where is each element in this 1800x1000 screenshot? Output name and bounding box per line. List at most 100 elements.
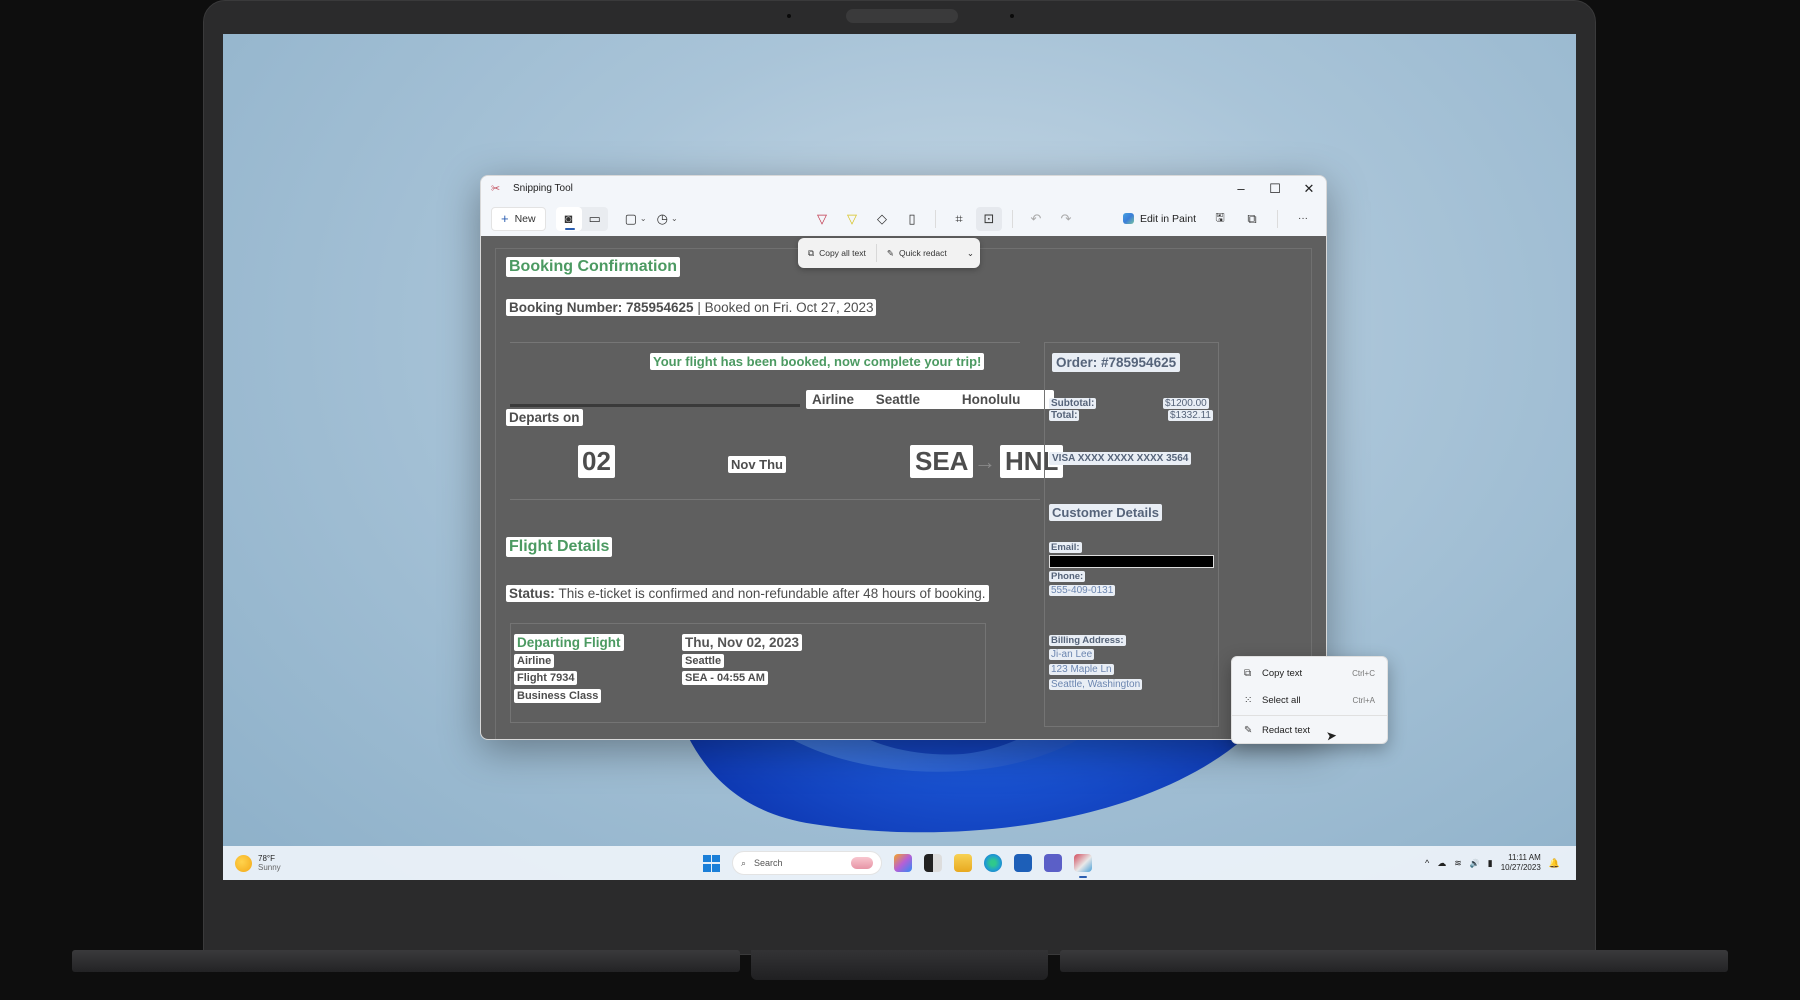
billing-address-label[interactable]: Billing Address:	[1049, 635, 1126, 646]
laptop-hinge	[751, 950, 1048, 980]
notification-bell-icon[interactable]: 🔔	[1549, 858, 1560, 869]
clock[interactable]: 11:11 AM 10/27/2023	[1501, 853, 1541, 873]
camera-icon[interactable]: ◙	[555, 206, 582, 231]
redact-icon: ✎	[886, 247, 894, 258]
rectangle-icon: ▢	[624, 210, 637, 226]
menu-item-label: Select all	[1262, 695, 1301, 706]
phone-label[interactable]: Phone:	[1049, 571, 1086, 582]
eraser-icon[interactable]: ◇	[869, 207, 895, 231]
departing-city[interactable]: Seattle	[682, 654, 725, 668]
show-hidden-icons-chevron[interactable]: ^	[1425, 858, 1429, 868]
save-icon[interactable]: 🖫	[1207, 207, 1233, 231]
highlighter-icon[interactable]: ▽	[839, 207, 865, 231]
weather-desc: Sunny	[258, 863, 281, 872]
task-view-icon[interactable]	[924, 854, 942, 872]
wifi-icon[interactable]: ≋	[1454, 858, 1462, 869]
snipping-tool-taskbar-icon[interactable]	[1074, 854, 1092, 878]
copy-icon[interactable]: ⧉	[1239, 207, 1265, 231]
shortcut-label: Ctrl+A	[1352, 696, 1375, 705]
new-button[interactable]: + New	[491, 206, 546, 231]
quick-redact-button[interactable]: ✎ Quick redact	[877, 238, 957, 268]
booking-number: Booking Number: 785954625	[509, 300, 694, 315]
maximize-button[interactable]: ☐	[1258, 181, 1292, 197]
ballpoint-pen-icon[interactable]: ▽	[809, 207, 835, 231]
origin-city: Seattle	[875, 392, 921, 407]
order-number[interactable]: Order: #785954625	[1052, 353, 1181, 372]
more-options-icon[interactable]: ···	[1290, 207, 1316, 231]
departing-airline[interactable]: Airline	[514, 654, 555, 668]
status-label: Status:	[509, 586, 555, 601]
chevron-down-icon: ⌄	[670, 214, 678, 223]
windows-logo-tile	[703, 854, 711, 863]
menu-item-select-all[interactable]: ⁙ Select all Ctrl+A	[1236, 687, 1383, 714]
sun-icon	[235, 854, 252, 872]
status-text: This e-ticket is confirmed and non-refun…	[558, 586, 986, 601]
email-label[interactable]: Email:	[1049, 542, 1082, 553]
phone-number[interactable]: 555-409-0131	[1049, 585, 1116, 596]
taskbar-search[interactable]: ⌕ Search	[732, 851, 882, 875]
video-icon[interactable]: ▭	[582, 207, 608, 231]
volume-icon[interactable]: 🔊	[1470, 859, 1480, 868]
divider	[1012, 209, 1013, 228]
copy-all-text-button[interactable]: ⧉ Copy all text	[798, 238, 876, 268]
departing-date[interactable]: Thu, Nov 02, 2023	[682, 634, 803, 651]
subtotal-label[interactable]: Subtotal:	[1049, 398, 1097, 409]
cabin-class[interactable]: Business Class	[514, 689, 602, 703]
route-header[interactable]: Airline Seattle Honolulu	[806, 390, 1054, 409]
billing-name[interactable]: Ji-an Lee	[1049, 649, 1095, 660]
origin-code[interactable]: SEA	[910, 445, 974, 478]
customer-details-heading[interactable]: Customer Details	[1049, 504, 1162, 521]
flight-details-heading[interactable]: Flight Details	[506, 537, 613, 557]
edit-in-paint-button[interactable]: Edit in Paint	[1118, 207, 1201, 231]
paint-icon	[1122, 213, 1134, 224]
menu-item-label: Copy text	[1262, 668, 1303, 679]
departure-month-weekday[interactable]: Nov Thu	[728, 456, 786, 473]
departing-flight-title[interactable]: Departing Flight	[514, 634, 624, 651]
windows-logo-tile	[712, 854, 720, 863]
redacted-email[interactable]	[1049, 555, 1214, 568]
quick-redact-dropdown[interactable]: ⌄	[963, 238, 980, 268]
crop-icon[interactable]: ⌗	[946, 207, 972, 231]
menu-item-copy-text[interactable]: ⧉ Copy text Ctrl+C	[1236, 660, 1383, 687]
edge-icon[interactable]	[984, 854, 1002, 872]
undo-icon[interactable]: ↶	[1023, 207, 1049, 231]
departs-on-label[interactable]: Departs on	[506, 409, 583, 426]
chevron-down-icon: ⌄	[639, 214, 647, 223]
card-number[interactable]: VISA XXXX XXXX XXXX 3564	[1049, 452, 1192, 465]
onedrive-cloud-icon[interactable]: ☁	[1437, 858, 1446, 869]
billing-street[interactable]: 123 Maple Ln	[1049, 664, 1114, 675]
minimize-button[interactable]: –	[1224, 181, 1258, 197]
total-value[interactable]: $1332.11	[1168, 410, 1213, 421]
battery-icon[interactable]: ▮	[1488, 858, 1493, 869]
copilot-icon[interactable]	[894, 854, 912, 872]
teams-icon[interactable]	[1044, 854, 1062, 872]
snip-shape-dropdown[interactable]: ▢ ⌄	[620, 207, 652, 231]
booking-number-line[interactable]: Booking Number: 785954625 | Booked on Fr…	[506, 299, 877, 316]
departure-day[interactable]: 02	[578, 445, 615, 478]
booked-on: Booked on Fri. Oct 27, 2023	[704, 300, 874, 315]
booked-banner[interactable]: Your flight has been booked, now complet…	[650, 353, 985, 370]
new-label: New	[514, 212, 536, 225]
total-label[interactable]: Total:	[1049, 410, 1080, 421]
booking-heading[interactable]: Booking Confirmation	[506, 257, 680, 277]
flight-number[interactable]: Flight 7934	[514, 671, 578, 685]
departure-time[interactable]: SEA - 04:55 AM	[682, 671, 768, 685]
redo-icon[interactable]: ↷	[1053, 207, 1079, 231]
close-button[interactable]: ✕	[1292, 181, 1326, 197]
billing-city[interactable]: Seattle, Washington	[1049, 679, 1143, 690]
subtotal-value[interactable]: $1200.00	[1163, 398, 1209, 409]
ruler-icon[interactable]: ▯	[899, 207, 925, 231]
menu-item-redact-text[interactable]: ✎ Redact text	[1236, 717, 1383, 744]
windows-logo-tile	[712, 863, 720, 872]
weather-widget[interactable]: 78°F Sunny	[235, 854, 281, 872]
status-line[interactable]: Status: This e-ticket is confirmed and n…	[506, 585, 989, 602]
delay-timer-dropdown[interactable]: ◷ ⌄	[652, 207, 683, 231]
copy-icon: ⧉	[808, 247, 815, 258]
store-icon[interactable]	[1014, 854, 1032, 872]
start-button[interactable]	[703, 854, 720, 872]
copy-all-text-label: Copy all text	[819, 248, 866, 258]
file-explorer-icon[interactable]	[954, 854, 972, 872]
shortcut-label: Ctrl+C	[1352, 669, 1375, 678]
edit-in-paint-label: Edit in Paint	[1139, 212, 1196, 225]
text-actions-icon[interactable]: ⊡	[976, 206, 1002, 231]
